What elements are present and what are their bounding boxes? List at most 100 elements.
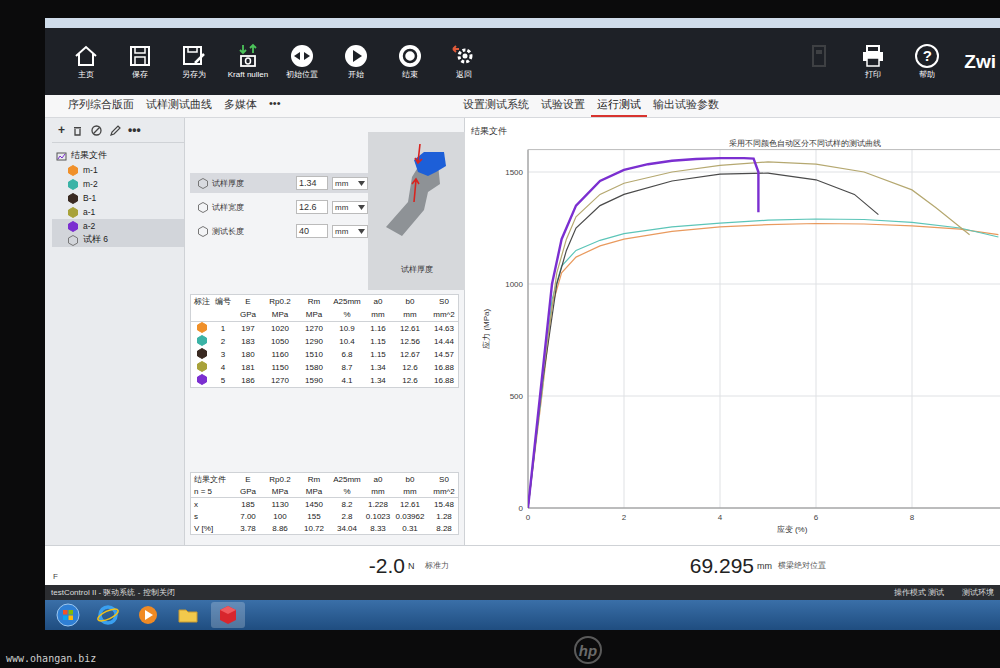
unit-select[interactable]: mm xyxy=(332,201,368,214)
table-row[interactable]: 21831050129010.41.1512.5614.44 xyxy=(191,335,458,348)
statistics-table: 结果文件ERp0.2RmA25mma0b0S0n = 5GPaMPaMPa%mm… xyxy=(190,472,459,535)
grid-line xyxy=(720,150,721,508)
row-marker xyxy=(191,322,213,335)
tree-item[interactable]: 试样 6 xyxy=(52,233,184,247)
dropdown-icon xyxy=(358,181,365,186)
taskbar-app[interactable] xyxy=(131,602,165,628)
curve-a-2 xyxy=(528,158,758,508)
tab[interactable]: 输出试验参数 xyxy=(647,97,725,117)
taskbar-app[interactable] xyxy=(211,602,245,628)
toolbar-right: 打印?帮助Zwi xyxy=(792,43,1000,80)
y-tick: 1500 xyxy=(505,168,523,177)
column-header: S0 xyxy=(427,297,461,306)
zero-force-button[interactable]: Kraft nullen xyxy=(221,43,275,80)
grid-line xyxy=(912,150,913,508)
tab[interactable]: ••• xyxy=(263,97,287,117)
taskbar-app[interactable] xyxy=(171,602,205,628)
home-icon xyxy=(73,43,99,69)
table-row[interactable]: 4181115015808.71.3412.616.88 xyxy=(191,361,458,374)
edit-icon[interactable] xyxy=(109,124,122,137)
start-icon xyxy=(56,603,80,627)
table-cell: 14.63 xyxy=(427,324,461,333)
start-icon xyxy=(343,43,369,69)
x-tick: 4 xyxy=(718,513,723,522)
tab[interactable]: 设置测试系统 xyxy=(457,97,535,117)
tree-item[interactable]: a-1 xyxy=(52,205,184,219)
zero-force-icon xyxy=(235,43,261,69)
dropdown-icon xyxy=(358,229,365,234)
home-position-button[interactable]: 初始位置 xyxy=(275,43,329,80)
save-as-button[interactable]: 另存为 xyxy=(167,43,221,80)
table-row[interactable]: 11971020127010.91.1612.6114.63 xyxy=(191,322,458,335)
specimen-figure: 试样厚度 xyxy=(368,132,466,290)
button-label: 初始位置 xyxy=(286,71,318,80)
grid-line xyxy=(528,396,1000,397)
taskbar-app[interactable] xyxy=(91,602,125,628)
specimen-icon xyxy=(68,165,79,176)
specimen-color-icon xyxy=(197,335,207,346)
left-tabs: 序列综合版面试样测试曲线多媒体••• xyxy=(62,97,287,117)
parameter-row[interactable]: 试样宽度12.6mm xyxy=(190,197,368,217)
x-tick: 6 xyxy=(814,513,819,522)
curve-a-1 xyxy=(528,162,970,508)
tab[interactable]: 多媒体 xyxy=(218,97,263,117)
table-cell: 12.56 xyxy=(393,337,427,346)
tab[interactable]: 运行测试 xyxy=(591,97,647,117)
tree-item[interactable]: 结果文件 xyxy=(52,149,184,163)
tree-item[interactable]: B-1 xyxy=(52,191,184,205)
table-cell: 1290 xyxy=(297,337,331,346)
block-icon[interactable] xyxy=(90,124,103,137)
position-reading: 69.295 xyxy=(569,554,754,578)
table-cell: 6.8 xyxy=(331,350,363,359)
value-input[interactable]: 40 xyxy=(296,224,328,238)
table-cell: 1160 xyxy=(263,350,297,359)
table-row[interactable]: 5186127015904.11.3412.616.88 xyxy=(191,374,458,387)
return-icon xyxy=(451,43,477,69)
tab[interactable]: 序列综合版面 xyxy=(62,97,140,117)
tree-tool[interactable]: + xyxy=(58,123,65,137)
button-label: 开始 xyxy=(348,71,364,80)
status-readout: F-2.0N标准力69.295mm横梁绝对位置 xyxy=(45,545,1000,585)
table-cell: 14.44 xyxy=(427,337,461,346)
print-button[interactable]: 打印 xyxy=(846,43,900,80)
home-button[interactable]: 主页 xyxy=(59,43,113,80)
stop-button[interactable]: 结束 xyxy=(383,43,437,80)
parameter-icon xyxy=(198,226,208,237)
parameter-row[interactable]: 试样厚度1.34mm xyxy=(190,173,368,193)
table-row[interactable]: 3180116015106.81.1512.6714.57 xyxy=(191,348,458,361)
column-unit: MPa xyxy=(263,310,297,319)
start-button[interactable]: 开始 xyxy=(329,43,383,80)
help-button[interactable]: ?帮助 xyxy=(900,43,954,80)
unit-select[interactable]: mm xyxy=(332,225,368,238)
tab[interactable]: 试样测试曲线 xyxy=(140,97,218,117)
table-cell: 197 xyxy=(233,324,263,333)
delete-icon[interactable] xyxy=(71,124,84,137)
tree-item[interactable]: m-2 xyxy=(52,177,184,191)
value-input[interactable]: 12.6 xyxy=(296,200,328,214)
column-unit: mm^2 xyxy=(427,310,461,319)
grid-line xyxy=(528,172,1000,173)
help-icon: ? xyxy=(914,43,940,69)
tree-tool[interactable]: ••• xyxy=(128,123,141,137)
y-tick: 0 xyxy=(519,504,524,513)
media-icon xyxy=(136,603,160,627)
value-input[interactable]: 1.34 xyxy=(296,176,328,190)
save-button[interactable]: 保存 xyxy=(113,43,167,80)
tree-item[interactable]: m-1 xyxy=(52,163,184,177)
parameter-row[interactable]: 测试长度40mm xyxy=(190,221,368,241)
tab[interactable]: 试验设置 xyxy=(535,97,591,117)
stats-row: V [%]3.788.8610.7234.048.330.318.28 xyxy=(191,522,458,534)
x-tick: 0 xyxy=(526,513,531,522)
table-cell: 1510 xyxy=(297,350,331,359)
title-strip xyxy=(45,18,1000,28)
folder-icon xyxy=(176,603,200,627)
button-label: Kraft nullen xyxy=(228,71,268,80)
tree-item[interactable]: a-2 xyxy=(52,219,184,233)
result-tree-panel: + ••• 结果文件m-1m-2B-1a-1a-2试样 6 xyxy=(45,118,185,545)
return-button[interactable]: 返回 xyxy=(437,43,491,80)
row-marker xyxy=(191,361,213,374)
taskbar-app[interactable] xyxy=(51,602,85,628)
table-cell: 186 xyxy=(233,376,263,385)
zwick-logo: Zwi xyxy=(954,51,1000,73)
unit-select[interactable]: mm xyxy=(332,177,368,190)
